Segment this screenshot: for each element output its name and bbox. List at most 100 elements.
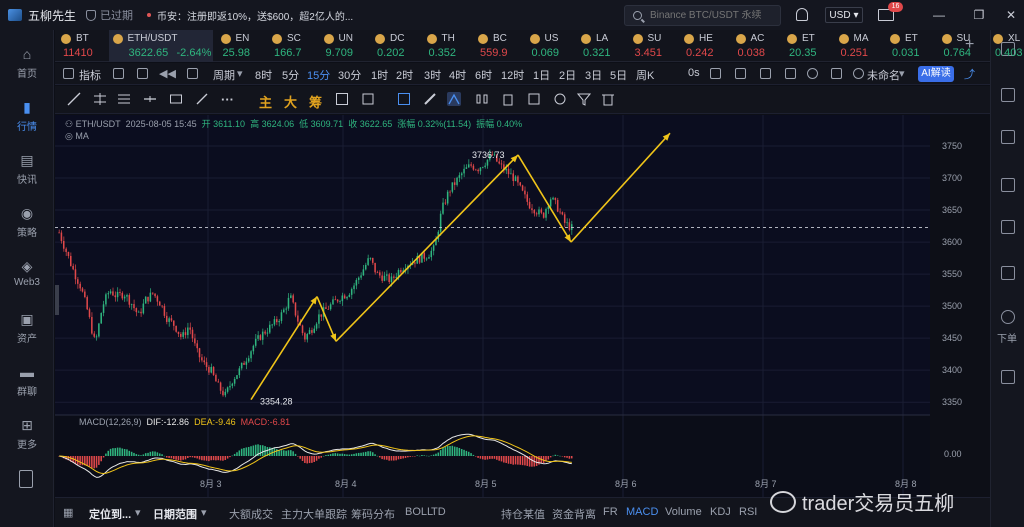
indicator-tab-8[interactable]: MACD — [626, 506, 658, 518]
hline-tool-icon[interactable] — [143, 92, 157, 106]
news-ticker[interactable]: 币安：注册即返10%，送$600，超2亿人的... — [157, 8, 353, 23]
eye-icon[interactable]: ◎ — [65, 131, 75, 141]
ai-interpret-button[interactable]: AI解读 — [918, 66, 954, 82]
currency-select[interactable]: USD ▾ — [825, 7, 863, 23]
interval-3[interactable]: 30分 — [338, 67, 361, 83]
trendline-tool-icon[interactable] — [67, 92, 81, 106]
interval-8[interactable]: 6时 — [475, 67, 492, 83]
brush-tool-icon[interactable] — [195, 92, 209, 106]
ticker-item[interactable]: SU 3.451 — [632, 30, 685, 62]
fib-tool-icon[interactable] — [117, 92, 131, 106]
indicator-tab-5[interactable]: 持仓某值 — [501, 506, 545, 522]
search-input[interactable] — [650, 10, 775, 21]
indicator-tab-6[interactable]: 资金背离 — [552, 506, 596, 522]
interval-14[interactable]: 周K — [636, 67, 654, 83]
order-icon[interactable] — [1001, 310, 1015, 324]
eye-tool-icon[interactable] — [553, 92, 567, 106]
indicator-tab-0[interactable]: 大额成交 — [229, 506, 273, 522]
interval-11[interactable]: 2日 — [559, 67, 576, 83]
ticker-item[interactable]: ET 0.031 — [890, 30, 942, 62]
main-force-tool[interactable]: 主 — [259, 92, 272, 111]
period-select[interactable]: 周期 — [213, 67, 235, 83]
indicator-button[interactable]: 指标 — [79, 67, 101, 83]
ticker-item[interactable]: LA 0.321 — [581, 30, 633, 62]
minimize-icon[interactable]: — — [932, 8, 946, 22]
ticker-item[interactable]: AC 0.038 — [735, 30, 788, 62]
locate-button[interactable]: 定位到... — [89, 506, 131, 522]
indicator-tab-4[interactable]: TD — [431, 506, 446, 518]
chart-style-icon[interactable] — [137, 68, 148, 79]
share-icon[interactable]: ⤴ — [964, 66, 975, 82]
pen-icon[interactable] — [760, 68, 771, 79]
price-chart[interactable]: 3750 3700 3650 3600 3550 3500 3450 3400 3350 0.00… — [55, 115, 990, 497]
ticker-item[interactable]: US 0.069 — [529, 30, 582, 62]
scroll-left-icon[interactable]: ◀◀ — [159, 67, 176, 80]
ticker-item[interactable]: MA 0.251 — [838, 30, 891, 62]
rectangle-tool-icon[interactable] — [169, 92, 183, 106]
ticker-item[interactable]: SU 0.764 — [941, 30, 994, 62]
bell-icon[interactable] — [796, 8, 808, 21]
ticker-item[interactable]: BC 559.9 — [478, 30, 530, 62]
ticker-item[interactable]: EN 25.98 — [220, 30, 273, 62]
interval-4[interactable]: 1时 — [371, 67, 388, 83]
layout-name[interactable]: 未命名 — [867, 67, 900, 83]
delete-tool-icon[interactable] — [601, 92, 615, 106]
ticker-item[interactable]: BT 11410 — [61, 30, 113, 62]
filter-tool-icon[interactable] — [577, 92, 591, 106]
ticker-item[interactable]: DC 0.202 — [375, 30, 427, 62]
sidebar-item-0[interactable]: ⌂ 首页 — [0, 44, 54, 84]
ticker-item[interactable]: TH 0.352 — [426, 30, 479, 62]
candle-tool-icon[interactable] — [475, 92, 489, 106]
indicator-tab-9[interactable]: Volume — [665, 506, 702, 518]
sidebar-item-5[interactable]: ▣ 资产 — [0, 309, 54, 349]
interval-2[interactable]: 15分 — [307, 67, 330, 83]
settings-icon[interactable] — [807, 68, 818, 79]
ticker-item[interactable]: UN 9.709 — [323, 30, 376, 62]
sidebar-item-7[interactable]: ⊞ 更多 — [0, 415, 54, 455]
calendar-icon[interactable] — [1001, 130, 1015, 144]
date-range-button[interactable]: 日期范围 — [153, 506, 197, 522]
sidebar-item-4[interactable]: ◈ Web3 — [0, 256, 54, 296]
phone-icon[interactable] — [19, 470, 33, 488]
document-icon[interactable] — [1001, 88, 1015, 102]
interval-1[interactable]: 5分 — [282, 67, 299, 83]
tool-icon[interactable] — [1001, 370, 1015, 384]
indicator-tab-10[interactable]: KDJ — [710, 506, 731, 518]
image-icon[interactable] — [735, 68, 746, 79]
calendar-icon[interactable]: ▦ — [63, 506, 73, 519]
ticker-item[interactable]: ETH/USDT 3622.65 -2.64% — [108, 30, 213, 62]
interval-9[interactable]: 12时 — [501, 67, 524, 83]
indicator-tab-1[interactable]: 主力大单跟踪 — [281, 506, 347, 522]
sidebar-item-1[interactable]: ▮ 行情 — [0, 97, 54, 137]
place-order-label[interactable]: 下单 — [997, 330, 1017, 345]
interval-12[interactable]: 3日 — [585, 67, 602, 83]
interval-6[interactable]: 3时 — [424, 67, 441, 83]
interval-13[interactable]: 5日 — [610, 67, 627, 83]
sidebar-item-2[interactable]: ▤ 快讯 — [0, 150, 54, 190]
select-tool-icon[interactable] — [397, 92, 411, 106]
lock-tool-icon[interactable] — [527, 92, 541, 106]
more-tools-icon[interactable]: ··· — [221, 92, 234, 107]
ticker-item[interactable]: HE 0.242 — [684, 30, 736, 62]
sidebar-item-6[interactable]: ▬ 群聊 — [0, 362, 54, 402]
magnet-tool-icon[interactable] — [447, 92, 461, 106]
compare-icon[interactable] — [187, 68, 198, 79]
fullscreen-icon[interactable] — [785, 68, 796, 79]
search-box[interactable] — [624, 5, 781, 26]
chips-tool[interactable]: 筹 — [309, 92, 322, 111]
camera-icon[interactable] — [710, 68, 721, 79]
grid-small-icon[interactable] — [1001, 266, 1015, 280]
indicator-tab-3[interactable]: BOLL — [405, 506, 433, 518]
expired-badge[interactable]: 已过期 — [86, 7, 133, 23]
layout-icon[interactable] — [831, 68, 842, 79]
edit-tool-icon[interactable] — [335, 92, 349, 106]
ticker-item[interactable]: ET 20.35 — [787, 30, 839, 62]
parallel-tool-icon[interactable] — [93, 92, 107, 106]
template-icon[interactable] — [113, 68, 124, 79]
interval-0[interactable]: 8时 — [255, 67, 272, 83]
trend-icon[interactable] — [1001, 178, 1015, 192]
cloud-icon[interactable] — [853, 68, 864, 79]
chart-area[interactable]: 3750 3700 3650 3600 3550 3500 3450 3400 3350 0.00… — [55, 115, 990, 497]
alert-tool-icon[interactable] — [361, 92, 375, 106]
indicator-tab-7[interactable]: FR — [603, 506, 618, 518]
